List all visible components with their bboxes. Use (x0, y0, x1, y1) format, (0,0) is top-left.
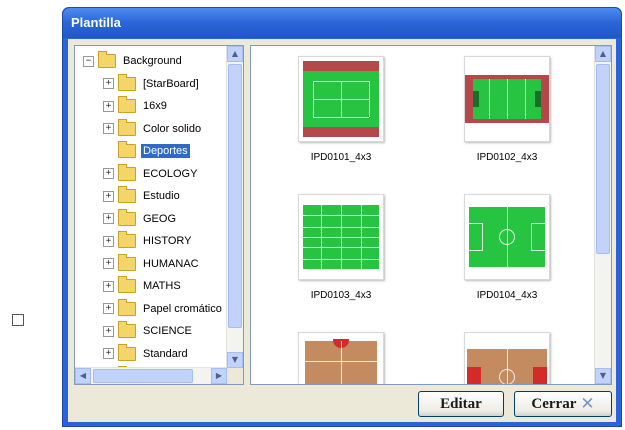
tree-folder-label: Deportes (141, 144, 190, 159)
tree-folder-item[interactable]: + SCIENCE (75, 320, 227, 343)
folder-icon (118, 186, 136, 204)
tree-folder-item[interactable]: + Papel cromático (75, 298, 227, 321)
tree-folder-item[interactable]: + ECOLOGY (75, 163, 227, 186)
expand-icon[interactable]: + (103, 280, 114, 292)
gallery-scroll-thumb[interactable] (596, 64, 610, 254)
expand-icon[interactable]: + (103, 325, 114, 337)
expand-icon[interactable]: + (103, 190, 114, 202)
template-thumbnail[interactable] (447, 332, 567, 384)
folder-icon (118, 276, 136, 294)
folder-icon (118, 298, 136, 316)
folder-tree-list: − Background + [StarBoard] +16x9 + Color solid… (75, 50, 227, 384)
tree-folder-label: Standard (143, 347, 188, 360)
folder-icon (118, 321, 136, 339)
template-caption: IPD0101_4x3 (310, 152, 372, 163)
collapse-icon[interactable]: − (83, 55, 94, 67)
tree-folder-label: [StarBoard] (143, 77, 199, 90)
template-thumbnail[interactable]: IPD0104_4x3 (447, 194, 567, 301)
template-thumbnail[interactable]: IPD0101_4x3 (281, 56, 401, 163)
template-gallery: IPD0101_4x3 IPD0102_4x3 IPD0103_4x3 IPD0… (250, 45, 612, 385)
rugby-field-thumbnail[interactable] (298, 194, 384, 280)
folder-icon (118, 96, 136, 114)
soccer-field-thumbnail[interactable] (464, 194, 550, 280)
gallery-vertical-scrollbar[interactable]: ▲ ▼ (594, 46, 611, 384)
folder-icon (118, 343, 136, 361)
window-title: Plantilla (71, 15, 121, 30)
tree-folder-item[interactable]: +16x9 (75, 95, 227, 118)
folder-icon (118, 163, 136, 181)
tree-scroll-thumb[interactable] (228, 64, 242, 328)
template-dialog: Plantilla − Background + [StarBoard] +16x9 + C… (62, 7, 622, 427)
template-caption: IPD0102_4x3 (476, 152, 538, 163)
tree-folder-label: Papel cromático (143, 302, 222, 315)
scroll-left-icon[interactable]: ◀ (75, 368, 91, 384)
template-caption: IPD0103_4x3 (310, 290, 372, 301)
close-button[interactable]: Cerrar ✕ (514, 391, 612, 417)
tree-folder-item[interactable]: + Standard (75, 343, 227, 366)
tree-hscroll-thumb[interactable] (93, 369, 193, 383)
tree-folder-item[interactable]: + MATHS (75, 275, 227, 298)
scroll-down-icon[interactable]: ▼ (227, 352, 243, 368)
expand-icon[interactable]: + (103, 235, 114, 247)
folder-icon (118, 118, 136, 136)
tree-folder-item[interactable]: Deportes (75, 140, 227, 163)
template-caption: IPD0104_4x3 (476, 290, 538, 301)
tree-folder-item[interactable]: + [StarBoard] (75, 73, 227, 96)
volleyball-court-thumbnail[interactable] (298, 332, 384, 384)
expand-icon[interactable]: + (103, 213, 114, 225)
scroll-down-icon[interactable]: ▼ (595, 368, 611, 384)
tree-folder-item[interactable]: + GEOG (75, 208, 227, 231)
template-thumbnail[interactable]: IPD0103_4x3 (281, 194, 401, 301)
expand-icon[interactable]: + (103, 78, 114, 90)
tree-folder-item[interactable]: + HISTORY (75, 230, 227, 253)
tree-folder-item[interactable]: + Color solido (75, 118, 227, 141)
tree-folder-label: Color solido (143, 122, 202, 135)
close-button-label: Cerrar (531, 395, 577, 412)
stray-checkbox (12, 314, 24, 326)
tree-folder-item[interactable]: − Background (75, 50, 227, 73)
folder-icon (118, 73, 136, 91)
folder-icon (98, 51, 116, 69)
tree-folder-label: GEOG (143, 212, 177, 225)
scroll-up-icon[interactable]: ▲ (227, 46, 243, 62)
tree-folder-label: MATHS (143, 280, 181, 293)
title-bar[interactable]: Plantilla (63, 8, 621, 38)
template-thumbnail[interactable] (281, 332, 401, 384)
expand-icon (103, 146, 114, 157)
folder-icon (118, 231, 136, 249)
expand-icon[interactable]: + (103, 123, 114, 135)
tree-folder-label: HUMANAC (143, 257, 199, 270)
expand-icon[interactable]: + (103, 303, 114, 315)
folder-icon (118, 208, 136, 226)
expand-icon[interactable]: + (103, 348, 114, 360)
scroll-right-icon[interactable]: ▶ (211, 368, 227, 384)
expand-icon[interactable]: + (103, 168, 114, 180)
expand-icon[interactable]: + (103, 100, 114, 112)
tree-folder-label: Background (123, 55, 182, 68)
tree-folder-label: 16x9 (143, 100, 167, 113)
folder-icon (118, 253, 136, 271)
close-icon: ✕ (580, 394, 595, 414)
tree-folder-item[interactable]: + HUMANAC (75, 253, 227, 276)
tree-folder-item[interactable]: + Estudio (75, 185, 227, 208)
tree-horizontal-scrollbar[interactable]: ◀ ▶ (75, 367, 227, 384)
template-thumbnail[interactable]: IPD0102_4x3 (447, 56, 567, 163)
scroll-up-icon[interactable]: ▲ (595, 46, 611, 62)
scroll-corner (227, 368, 243, 384)
tree-folder-label: HISTORY (143, 235, 192, 248)
edit-button[interactable]: Editar (418, 391, 504, 417)
basketball-court-thumbnail[interactable] (464, 332, 550, 384)
tree-folder-label: ECOLOGY (143, 167, 198, 180)
tennis-court-thumbnail[interactable] (298, 56, 384, 142)
dialog-body: − Background + [StarBoard] +16x9 + Color solid… (68, 39, 616, 422)
tree-vertical-scrollbar[interactable]: ▲ ▼ (226, 46, 243, 368)
expand-icon[interactable]: + (103, 258, 114, 270)
tree-folder-label: Estudio (143, 190, 180, 203)
hockey-field-thumbnail[interactable] (464, 56, 550, 142)
tree-folder-label: SCIENCE (143, 325, 192, 338)
folder-icon (118, 141, 136, 159)
edit-button-label: Editar (440, 395, 482, 412)
folder-tree: − Background + [StarBoard] +16x9 + Color solid… (74, 45, 244, 385)
